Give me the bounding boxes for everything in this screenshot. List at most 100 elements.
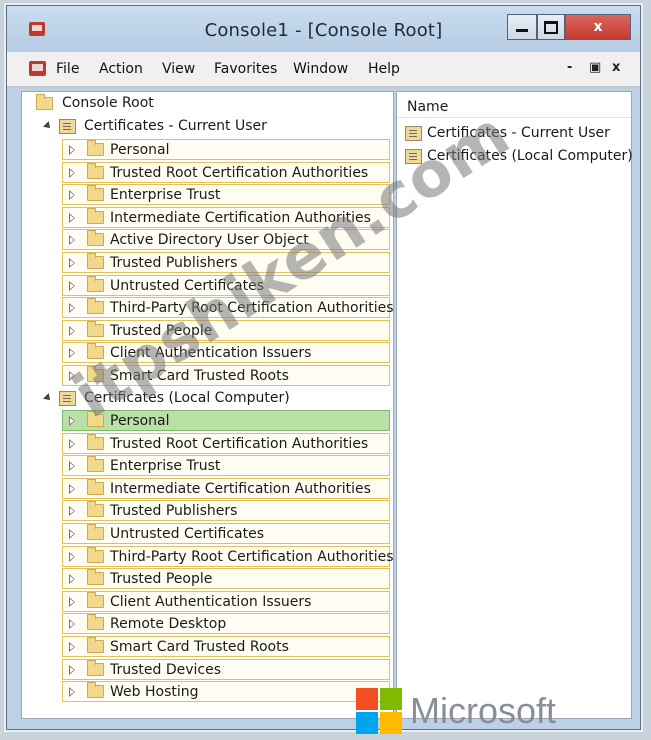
tree-node-label: Smart Card Trusted Roots: [110, 368, 289, 384]
collapsed-arrow-icon[interactable]: [69, 461, 75, 472]
tree-node-trusted-publishers[interactable]: Trusted Publishers: [62, 500, 390, 522]
folder-icon: [87, 207, 104, 224]
tree-node-trusted-root-certification-authorities[interactable]: Trusted Root Certification Authorities: [62, 432, 390, 454]
tree-node-enterprise-trust[interactable]: Enterprise Trust: [62, 455, 390, 477]
tree-node-third-party-root-certification-authorities[interactable]: Third-Party Root Certification Authoriti…: [62, 297, 394, 319]
folder-icon: [87, 682, 104, 699]
tree-node-trusted-people[interactable]: Trusted People: [62, 319, 390, 341]
tree-node-client-authentication-issuers[interactable]: Client Authentication Issuers: [62, 342, 390, 364]
collapsed-arrow-icon[interactable]: [69, 416, 75, 426]
tree-node-client-authentication-issuers[interactable]: Client Authentication Issuers: [62, 590, 390, 612]
folder-icon: [87, 162, 104, 179]
name-column-header[interactable]: Name: [397, 92, 631, 118]
tree-node-label: Trusted Root Certification Authorities: [110, 435, 369, 452]
collapsed-arrow-icon[interactable]: [69, 687, 75, 698]
folder-icon: [87, 343, 104, 360]
tree-node-enterprise-trust[interactable]: Enterprise Trust: [62, 184, 390, 206]
minimize-icon: [516, 28, 528, 32]
collapsed-arrow-icon[interactable]: [69, 529, 75, 539]
collapsed-arrow-icon[interactable]: [69, 212, 75, 223]
collapsed-arrow-icon[interactable]: [69, 371, 75, 381]
tree-node-console-root[interactable]: Console Root: [24, 93, 174, 114]
expanded-arrow-icon[interactable]: [43, 393, 53, 403]
tree-node-label: Smart Card Trusted Roots: [110, 639, 289, 655]
collapsed-arrow-icon[interactable]: [69, 258, 75, 268]
tree-node-certificates-local-computer[interactable]: Certificates (Local Computer): [24, 388, 364, 409]
mmc-window: Console1 - [Console Root] x File Action …: [6, 5, 641, 730]
result-pane[interactable]: Name Certificates - Current User Certifi…: [396, 91, 633, 719]
tree-node-label: Trusted Devices: [110, 661, 222, 678]
folder-icon: [87, 637, 104, 653]
tree-node-intermediate-certification-authorities[interactable]: Intermediate Certification Authorities: [62, 477, 390, 499]
tree-node-third-party-root-certification-authorities[interactable]: Third-Party Root Certification Authoriti…: [62, 545, 394, 567]
maximize-button[interactable]: [537, 14, 565, 40]
tree-node-smart-card-trusted-roots[interactable]: Smart Card Trusted Roots: [62, 636, 390, 657]
collapsed-arrow-icon[interactable]: [69, 145, 75, 155]
folder-icon: [87, 569, 104, 586]
collapsed-arrow-icon[interactable]: [69, 348, 75, 359]
maximize-icon: [544, 20, 558, 34]
title-bar[interactable]: Console1 - [Console Root] x: [7, 6, 640, 52]
collapsed-arrow-icon[interactable]: [69, 325, 75, 336]
tree-node-personal[interactable]: Personal: [62, 410, 390, 431]
collapsed-arrow-icon[interactable]: [69, 438, 75, 449]
tree-node-label: Trusted Root Certification Authorities: [110, 164, 369, 181]
tree-node-label: Intermediate Certification Authorities: [110, 480, 371, 497]
tree-node-trusted-people[interactable]: Trusted People: [62, 568, 390, 590]
tree-node-intermediate-certification-authorities[interactable]: Intermediate Certification Authorities: [62, 206, 390, 228]
collapsed-arrow-icon[interactable]: [69, 303, 75, 314]
collapsed-arrow-icon[interactable]: [69, 619, 75, 630]
folder-icon: [87, 478, 104, 495]
folder-icon: [36, 94, 53, 110]
mdi-close-button[interactable]: x: [612, 60, 620, 75]
minimize-button[interactable]: [507, 14, 537, 40]
tree-node-personal[interactable]: Personal: [62, 139, 390, 160]
logo-square-yellow: [380, 712, 402, 734]
tree-node-label: Enterprise Trust: [110, 187, 221, 204]
menu-window[interactable]: Window: [293, 61, 348, 77]
collapsed-arrow-icon[interactable]: [69, 642, 75, 652]
tree-node-label: Client Authentication Issuers: [110, 593, 312, 610]
tree-node-web-hosting[interactable]: Web Hosting: [62, 681, 390, 703]
console-menu-icon[interactable]: [29, 61, 46, 76]
menu-favorites[interactable]: Favorites: [214, 61, 277, 77]
collapsed-arrow-icon[interactable]: [69, 664, 75, 675]
tree-node-trusted-devices[interactable]: Trusted Devices: [62, 658, 390, 680]
microsoft-logo: [356, 688, 404, 736]
tree-node-trusted-root-certification-authorities[interactable]: Trusted Root Certification Authorities: [62, 161, 390, 183]
menu-action[interactable]: Action: [99, 61, 143, 77]
folder-icon: [87, 366, 104, 382]
tree-node-untrusted-certificates[interactable]: Untrusted Certificates: [62, 274, 390, 296]
folder-icon: [87, 614, 104, 631]
tree-node-label: Personal: [110, 413, 170, 429]
tree-node-label: Active Directory User Object: [110, 232, 309, 249]
collapsed-arrow-icon[interactable]: [69, 574, 75, 585]
expanded-arrow-icon[interactable]: [43, 121, 53, 131]
tree-node-certificates-current-user[interactable]: Certificates - Current User: [24, 116, 364, 137]
tree-node-untrusted-certificates[interactable]: Untrusted Certificates: [62, 523, 390, 544]
close-button[interactable]: x: [565, 14, 631, 40]
console-tree-pane[interactable]: Console Root Certificates - Current User…: [21, 91, 394, 719]
collapsed-arrow-icon[interactable]: [69, 167, 75, 178]
collapsed-arrow-icon[interactable]: [69, 506, 75, 517]
collapsed-arrow-icon[interactable]: [69, 280, 75, 291]
tree-node-remote-desktop[interactable]: Remote Desktop: [62, 613, 390, 635]
tree-node-smart-card-trusted-roots[interactable]: Smart Card Trusted Roots: [62, 365, 390, 386]
collapsed-arrow-icon[interactable]: [69, 190, 75, 201]
mdi-minimize-button[interactable]: -: [567, 60, 572, 75]
tree-node-trusted-publishers[interactable]: Trusted Publishers: [62, 252, 390, 273]
logo-square-red: [356, 688, 378, 710]
menu-view[interactable]: View: [162, 61, 195, 77]
folder-icon: [87, 433, 104, 450]
tree-node-active-directory-user-object[interactable]: Active Directory User Object: [62, 229, 390, 251]
mdi-restore-button[interactable]: ▣: [589, 60, 601, 75]
menu-file[interactable]: File: [56, 61, 79, 77]
collapsed-arrow-icon[interactable]: [69, 483, 75, 494]
collapsed-arrow-icon[interactable]: [69, 596, 75, 607]
tree-node-label: Untrusted Certificates: [110, 526, 264, 542]
collapsed-arrow-icon[interactable]: [69, 235, 75, 246]
tree-node-label: Untrusted Certificates: [110, 277, 264, 294]
close-icon: x: [593, 19, 603, 35]
menu-help[interactable]: Help: [368, 61, 400, 77]
collapsed-arrow-icon[interactable]: [69, 551, 75, 562]
